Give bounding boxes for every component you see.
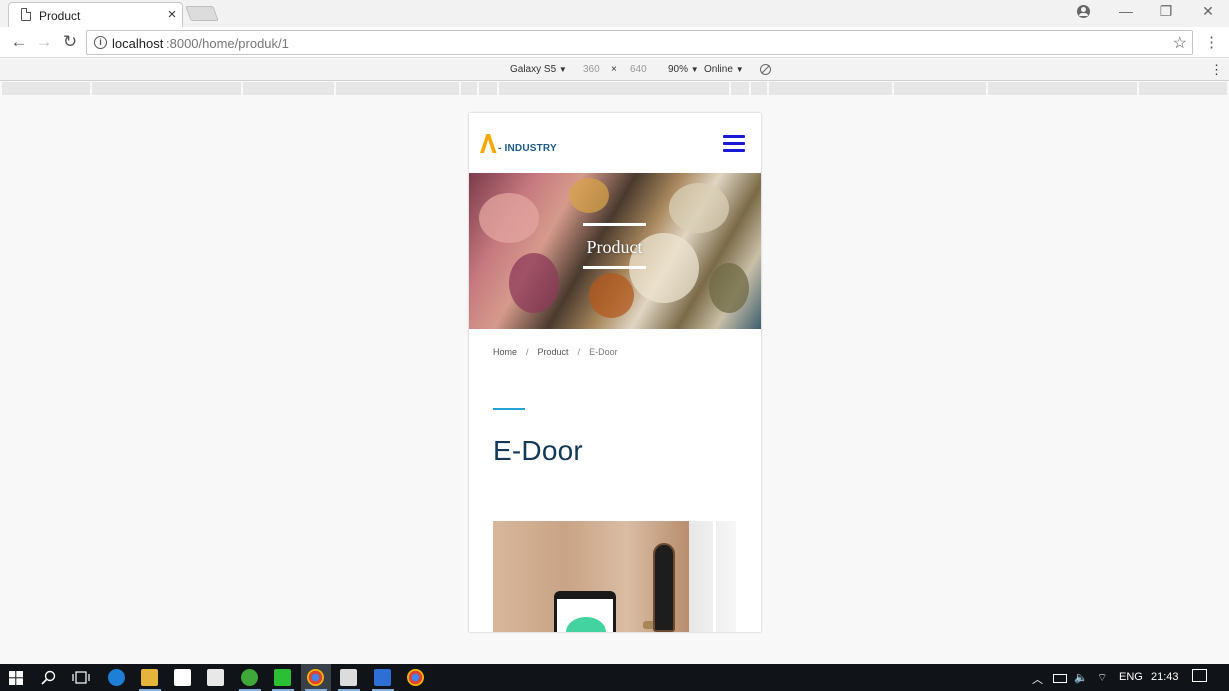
language-indicator[interactable]: ENG [1119, 671, 1143, 683]
breadcrumb-home-link[interactable]: Home [493, 347, 517, 357]
address-bar[interactable]: i localhost :8000/home/produk/1 ☆ [86, 30, 1193, 55]
logo-icon[interactable] [479, 132, 497, 154]
device-toolbar: Galaxy S5 ▼ 360 × 640 90% ▼ Online ▼ ⋮ [0, 59, 1229, 81]
notification-icon[interactable] [1192, 669, 1207, 682]
url-path: :8000/home/produk/1 [166, 36, 289, 51]
hero-title-frame: Product [583, 223, 646, 269]
task-view-icon[interactable] [72, 671, 90, 684]
document-icon[interactable] [374, 669, 391, 686]
chevron-down-icon: ▼ [735, 65, 744, 74]
network-value: Online [704, 64, 733, 75]
volume-icon[interactable]: 🔈 [1074, 671, 1088, 684]
product-image-lock [653, 543, 675, 632]
browser-tab-strip: Product × — ❐ ✕ [0, 0, 1229, 27]
hero-texture [709, 263, 749, 313]
media-query-bar [0, 82, 1229, 96]
media-query-segment[interactable] [894, 82, 986, 95]
mail-icon[interactable] [207, 669, 224, 686]
tab-title: Product [39, 9, 81, 23]
times-sign: × [611, 64, 617, 75]
new-tab-button[interactable] [185, 6, 219, 21]
media-query-segment[interactable] [988, 82, 1137, 95]
profile-icon[interactable] [1077, 5, 1090, 18]
battery-icon[interactable] [1053, 674, 1067, 683]
file-explorer-icon[interactable] [141, 669, 158, 686]
media-query-segment[interactable] [2, 82, 90, 95]
media-query-segment[interactable] [499, 82, 729, 95]
edge-icon[interactable] [108, 669, 125, 686]
breadcrumb: Home / Product / E-Door [493, 347, 618, 357]
height-input[interactable]: 640 [630, 64, 647, 75]
hero-texture [509, 253, 559, 313]
breadcrumb-product-link[interactable]: Product [538, 347, 569, 357]
hero-banner: Product [469, 173, 761, 329]
browser-app-icon[interactable] [241, 669, 258, 686]
clock[interactable]: 21:43 [1151, 671, 1179, 683]
hero-texture [589, 273, 634, 318]
chevron-down-icon: ▼ [558, 65, 567, 74]
media-query-segment[interactable] [92, 82, 241, 95]
media-query-segment[interactable] [336, 82, 459, 95]
store-icon[interactable] [174, 669, 191, 686]
device-viewport: - INDUSTRY Product Home / Product / E-Door E… [469, 113, 761, 632]
tab-close-icon[interactable]: × [164, 6, 180, 23]
hero-texture [479, 193, 539, 243]
chrome-icon[interactable] [307, 669, 324, 686]
windows-taskbar: ︿ 🔈 ⌔ ENG 21:43 [0, 664, 1229, 691]
site-header: - INDUSTRY [469, 113, 761, 173]
hero-texture [569, 178, 609, 213]
chevron-down-icon: ▼ [690, 65, 699, 74]
device-select[interactable]: Galaxy S5 ▼ [510, 64, 567, 75]
minimize-button[interactable]: — [1116, 3, 1136, 19]
photos-icon[interactable] [340, 669, 357, 686]
title-accent-line [493, 408, 525, 410]
browser-menu-icon[interactable]: ⋮ [1204, 33, 1219, 51]
breadcrumb-separator: / [526, 347, 529, 357]
line-chat-icon[interactable] [274, 669, 291, 686]
hero-texture [669, 183, 729, 233]
media-query-segment[interactable] [751, 82, 767, 95]
page-title: E-Door [493, 435, 583, 466]
tray-chevron-up-icon[interactable]: ︿ [1032, 671, 1043, 687]
media-query-segment[interactable] [479, 82, 497, 95]
chrome-icon[interactable] [407, 669, 424, 686]
search-icon[interactable] [41, 670, 56, 685]
breadcrumb-current: E-Door [589, 347, 618, 357]
breadcrumb-separator: / [577, 347, 581, 357]
forward-button[interactable]: → [34, 32, 54, 52]
info-icon[interactable]: i [94, 36, 107, 49]
rotate-icon[interactable] [760, 64, 771, 75]
zoom-value: 90% [668, 64, 689, 75]
media-query-segment[interactable] [461, 82, 477, 95]
media-query-segment[interactable] [769, 82, 892, 95]
product-image-frame [713, 521, 716, 632]
url-host: localhost [112, 36, 164, 51]
wifi-icon[interactable]: ⌔ [1097, 671, 1107, 685]
hamburger-menu-icon[interactable] [723, 135, 745, 152]
reload-button[interactable]: ↻ [60, 32, 80, 52]
browser-tab-product[interactable]: Product × [8, 2, 183, 27]
bookmark-star-icon[interactable]: ☆ [1173, 33, 1187, 53]
back-button[interactable]: ← [9, 32, 29, 52]
media-query-segment[interactable] [243, 82, 334, 95]
zoom-select[interactable]: 90% ▼ [668, 64, 699, 75]
hero-title: Product [586, 237, 643, 257]
close-window-button[interactable]: ✕ [1198, 3, 1218, 20]
page-icon [21, 8, 31, 21]
media-query-segment[interactable] [731, 82, 749, 95]
network-select[interactable]: Online ▼ [704, 64, 744, 75]
media-query-segment[interactable] [1139, 82, 1227, 95]
browser-toolbar: ← → ↻ i localhost :8000/home/produk/1 ☆ … [0, 27, 1229, 58]
windows-start-icon[interactable] [9, 671, 23, 685]
product-image[interactable] [493, 521, 736, 632]
restore-button[interactable]: ❐ [1156, 3, 1176, 20]
logo-text[interactable]: - INDUSTRY [498, 143, 557, 154]
device-menu-icon[interactable]: ⋮ [1210, 62, 1223, 78]
width-input[interactable]: 360 [583, 64, 600, 75]
device-name: Galaxy S5 [510, 64, 557, 75]
